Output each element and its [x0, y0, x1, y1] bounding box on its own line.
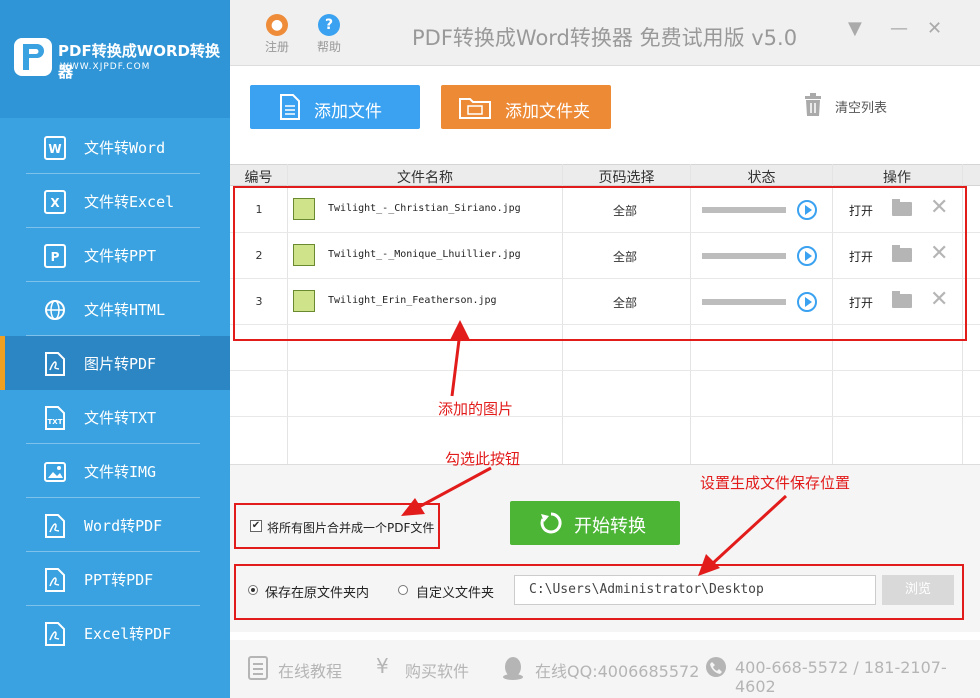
refresh-icon	[540, 512, 562, 534]
tutorial-link[interactable]: 在线教程	[278, 658, 342, 682]
empty-row	[230, 417, 980, 463]
phone-contact: 400-668-5572 / 181-2107-4602	[735, 658, 947, 696]
header-status: 状态	[747, 170, 776, 186]
sidebar-nav: W 文件转Word X 文件转Excel P 文件转PPT 文件转HTML 图片…	[0, 120, 230, 660]
svg-text:X: X	[50, 196, 60, 210]
sidebar-item-label: 图片转PDF	[84, 355, 157, 373]
help-button[interactable]: ? 帮助	[312, 14, 346, 55]
sidebar-item-label: 文件转Excel	[84, 193, 175, 211]
annotation-arrow	[698, 494, 788, 576]
toolbar: 添加文件 添加文件夹 清空列表	[230, 67, 980, 162]
add-folder-label: 添加文件夹	[505, 102, 590, 122]
pdf-icon	[45, 568, 65, 592]
header-num: 编号	[244, 170, 273, 186]
sidebar-item-label: PPT转PDF	[84, 571, 154, 589]
add-folder-button[interactable]: 添加文件夹	[441, 85, 611, 129]
annotation-added-images: 添加的图片	[438, 400, 514, 418]
sidebar-item-html[interactable]: 文件转HTML	[0, 282, 230, 336]
sidebar-item-excel-to-pdf[interactable]: Excel转PDF	[0, 606, 230, 660]
qq-icon	[503, 657, 523, 680]
sidebar-item-label: 文件转Word	[84, 139, 166, 157]
footer: 在线教程 ¥ 购买软件 在线QQ:4006685572 400-668-5572…	[230, 640, 980, 698]
sidebar-item-excel[interactable]: X 文件转Excel	[0, 174, 230, 228]
empty-row	[230, 371, 980, 417]
register-label: 注册	[264, 40, 289, 54]
header-action: 操作	[883, 170, 911, 186]
sidebar-item-ppt[interactable]: P 文件转PPT	[0, 228, 230, 282]
logo-title: PDF转换成WORD转换器	[58, 42, 220, 81]
svg-text:TXT: TXT	[48, 418, 63, 426]
logo-subtitle: WWW.XJPDF.COM	[60, 62, 151, 72]
txt-icon: TXT	[45, 406, 65, 430]
clear-list-label: 清空列表	[835, 101, 888, 116]
add-file-label: 添加文件	[314, 102, 382, 122]
clear-list-button[interactable]: 清空列表	[805, 93, 888, 116]
svg-text:P: P	[51, 250, 60, 264]
trash-icon	[805, 93, 821, 116]
pdf-icon	[45, 514, 65, 538]
title-bar: ● 注册 ? 帮助 PDF转换成Word转换器 免费试用版 v5.0 ▼ — ✕	[230, 0, 980, 66]
sidebar-item-label: Excel转PDF	[84, 625, 172, 643]
app-logo-icon	[14, 38, 52, 76]
sidebar: PDF转换成WORD转换器 WWW.XJPDF.COM W 文件转Word X …	[0, 0, 230, 698]
book-icon	[248, 656, 268, 680]
sidebar-item-ppt-to-pdf[interactable]: PPT转PDF	[0, 552, 230, 606]
image-icon	[44, 462, 66, 482]
yen-icon: ¥	[376, 654, 389, 678]
qq-contact[interactable]: 在线QQ:4006685572	[535, 658, 699, 682]
sidebar-item-word-to-pdf[interactable]: Word转PDF	[0, 498, 230, 552]
help-label: 帮助	[316, 40, 341, 54]
sidebar-item-img[interactable]: 文件转IMG	[0, 444, 230, 498]
sidebar-item-label: 文件转PPT	[84, 247, 157, 265]
word-icon: W	[44, 136, 66, 160]
ppt-icon: P	[44, 244, 66, 268]
start-convert-button[interactable]: 开始转换	[510, 501, 680, 545]
logo-area: PDF转换成WORD转换器 WWW.XJPDF.COM	[0, 0, 230, 118]
table-header: 编号 文件名称 页码选择 状态 操作	[230, 164, 980, 186]
sidebar-item-label: 文件转TXT	[84, 409, 157, 427]
sidebar-item-txt[interactable]: TXT 文件转TXT	[0, 390, 230, 444]
header-page: 页码选择	[598, 170, 655, 186]
user-icon: ●	[266, 14, 288, 36]
add-file-button[interactable]: 添加文件	[250, 85, 420, 129]
dropdown-icon[interactable]: ▼	[848, 18, 862, 39]
folder-icon	[459, 98, 491, 119]
document-icon	[280, 94, 300, 120]
app-title: PDF转换成Word转换器 免费试用版 v5.0	[412, 26, 798, 50]
close-icon[interactable]: ✕	[927, 18, 942, 39]
sidebar-item-label: 文件转HTML	[84, 301, 166, 319]
annotation-arrow	[450, 320, 470, 397]
svg-text:W: W	[48, 142, 61, 156]
phone-icon	[706, 657, 726, 677]
sidebar-item-label: 文件转IMG	[84, 463, 157, 481]
sidebar-item-image-to-pdf[interactable]: 图片转PDF	[0, 336, 230, 390]
header-name: 文件名称	[397, 170, 453, 186]
buy-link[interactable]: 购买软件	[405, 658, 469, 682]
pdf-icon	[45, 622, 65, 646]
sidebar-item-word[interactable]: W 文件转Word	[0, 120, 230, 174]
annotation-box-rows	[233, 186, 967, 341]
sidebar-item-label: Word转PDF	[84, 517, 163, 535]
help-icon: ?	[318, 14, 340, 36]
minimize-icon[interactable]: —	[890, 18, 908, 39]
start-convert-label: 开始转换	[574, 516, 646, 537]
excel-icon: X	[44, 190, 66, 214]
register-button[interactable]: ● 注册	[260, 14, 294, 55]
pdf-icon	[45, 352, 65, 376]
annotation-arrow	[401, 466, 492, 516]
globe-icon	[45, 300, 65, 320]
annotation-box-save-location	[234, 564, 964, 620]
